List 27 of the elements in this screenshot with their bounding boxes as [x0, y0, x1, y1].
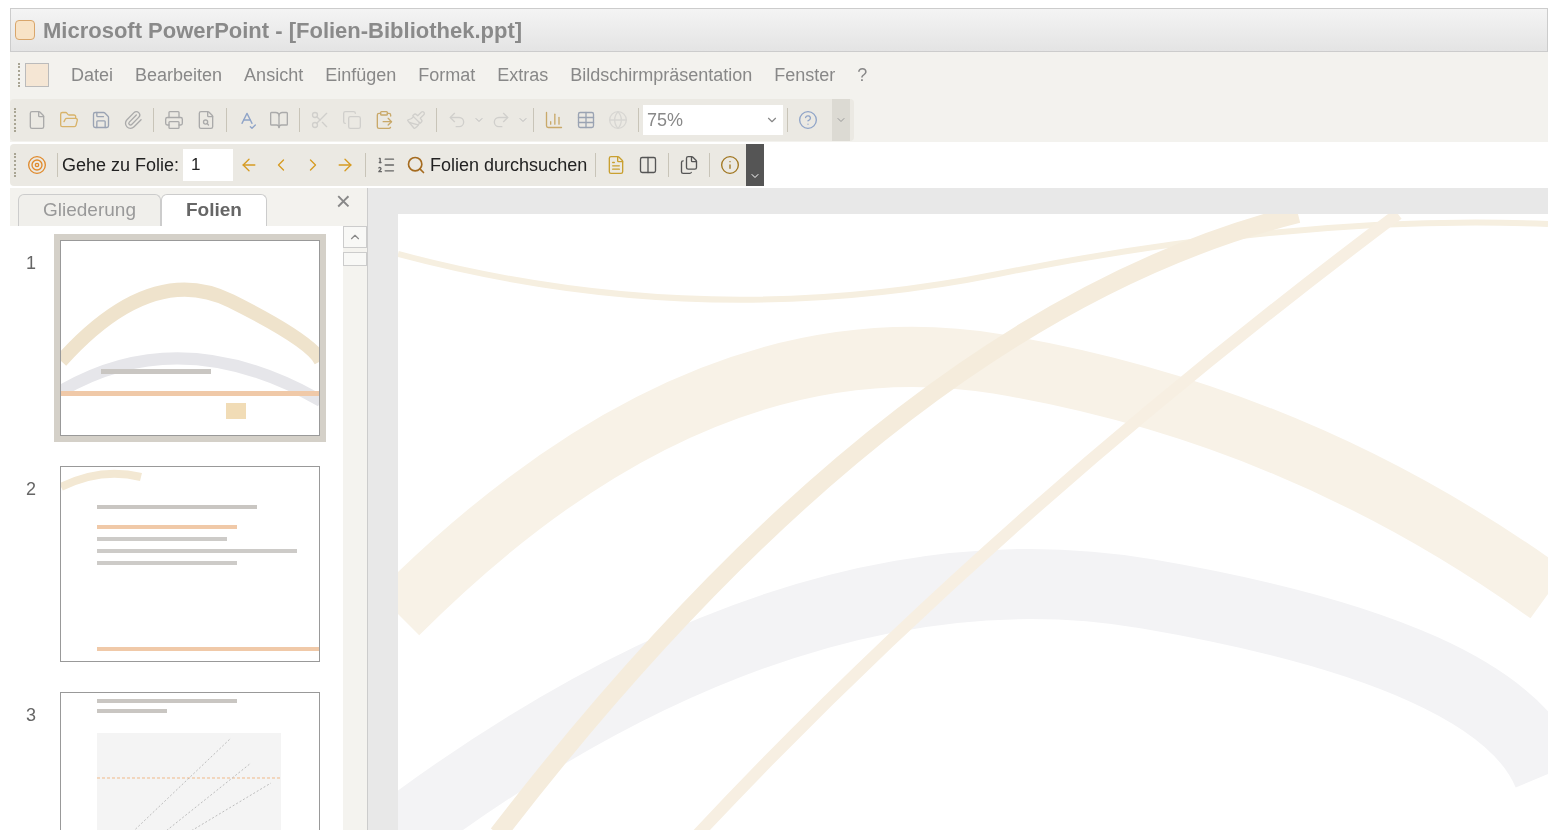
menu-item[interactable]: Datei — [71, 61, 114, 89]
slide-number: 1 — [25, 252, 37, 275]
document-icon[interactable] — [25, 63, 49, 87]
menu-item[interactable]: Format — [418, 61, 476, 89]
window-title: Microsoft PowerPoint - [Folien-Bibliothek.ppt] — [43, 16, 523, 45]
menu-item[interactable]: Bildschirmpräsentation — [570, 61, 753, 89]
toolbar-options-icon[interactable] — [746, 144, 765, 186]
panel-tab[interactable]: Gliederung — [18, 194, 161, 226]
app-icon — [15, 20, 35, 40]
search-icon — [406, 155, 427, 175]
menu-item[interactable]: Einfügen — [325, 61, 397, 89]
zoom-field[interactable]: 75% — [643, 105, 783, 135]
menu-item[interactable]: Extras — [497, 61, 549, 89]
goto-label: Gehe zu Folie: — [62, 153, 180, 177]
menu-item[interactable]: ? — [857, 61, 868, 89]
slide-number-field[interactable]: 1 — [183, 149, 234, 181]
menu-item[interactable]: Fenster — [774, 61, 836, 89]
panel-tab[interactable]: Folien — [160, 194, 267, 226]
menu-item[interactable]: Bearbeiten — [135, 61, 223, 89]
close-button[interactable]: × — [335, 188, 351, 214]
slide-number: 2 — [25, 478, 37, 501]
scrollbar-thumb[interactable] — [343, 252, 367, 266]
menu-item[interactable]: Ansicht — [244, 61, 304, 89]
slide-thumbnail[interactable] — [54, 234, 326, 442]
search-slides-button[interactable]: Folien durchsuchen — [402, 149, 592, 181]
scrollbar[interactable] — [343, 226, 367, 830]
slide-number: 3 — [25, 704, 37, 727]
